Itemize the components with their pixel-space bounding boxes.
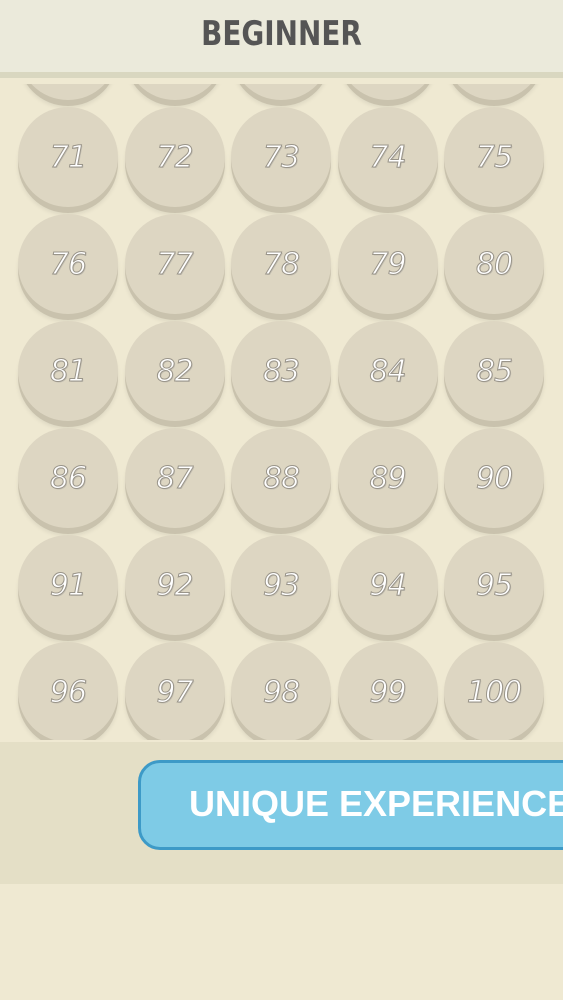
level-button[interactable]: 97 (124, 642, 225, 740)
bottom-area (0, 884, 563, 1000)
level-button[interactable]: 88 (231, 428, 331, 528)
page-title: BEGINNER (201, 14, 362, 54)
level-button[interactable]: 83 (231, 321, 331, 421)
level-button[interactable]: 91 (18, 535, 118, 635)
level-button[interactable]: 87 (124, 428, 225, 528)
level-number: 84 (369, 353, 407, 389)
level-number: 99 (369, 674, 407, 710)
level-number: 86 (49, 460, 87, 496)
unique-experience-button[interactable]: UNIQUE EXPERIENCE (138, 760, 563, 850)
level-button[interactable]: 82 (124, 321, 225, 421)
level-button[interactable]: 98 (231, 642, 331, 740)
level-button[interactable]: 71 (18, 107, 118, 207)
level-button[interactable]: 89 (337, 428, 438, 528)
level-number: 74 (369, 139, 407, 175)
level-button[interactable]: 90 (444, 428, 544, 528)
level-number: 91 (49, 567, 87, 603)
level-number: 93 (262, 567, 300, 603)
level-number: 78 (262, 246, 300, 282)
level-grid-viewport[interactable]: 66 67 68 69 70 71 72 73 74 75 76 77 78 79 80 81 82 83 84 85… (0, 84, 563, 740)
level-button[interactable]: 68 (231, 84, 331, 100)
level-button[interactable]: 76 (18, 214, 118, 314)
unique-experience-label: UNIQUE EXPERIENCE (189, 783, 563, 824)
level-button[interactable]: 66 (18, 84, 118, 100)
level-button[interactable]: 75 (444, 107, 544, 207)
level-button[interactable]: 78 (231, 214, 331, 314)
level-button[interactable]: 94 (337, 535, 438, 635)
level-button[interactable]: 92 (124, 535, 225, 635)
level-button[interactable]: 72 (124, 107, 225, 207)
level-number: 80 (475, 246, 513, 282)
level-button[interactable]: 69 (337, 84, 438, 100)
level-button[interactable]: 86 (18, 428, 118, 528)
level-button[interactable]: 100 (444, 642, 544, 740)
level-number: 97 (156, 674, 194, 710)
level-number: 87 (156, 460, 194, 496)
level-number: 82 (156, 353, 194, 389)
level-number: 72 (156, 139, 194, 175)
level-number: 89 (369, 460, 407, 496)
level-number: 79 (369, 246, 407, 282)
level-button[interactable]: 84 (337, 321, 438, 421)
level-button[interactable]: 74 (337, 107, 438, 207)
level-button[interactable]: 77 (124, 214, 225, 314)
level-button[interactable]: 93 (231, 535, 331, 635)
level-button[interactable]: 85 (444, 321, 544, 421)
level-number: 96 (49, 674, 87, 710)
level-number: 90 (475, 460, 513, 496)
level-number: 83 (262, 353, 300, 389)
level-number: 92 (156, 567, 194, 603)
level-number: 100 (466, 674, 522, 710)
level-number: 81 (49, 353, 87, 389)
level-button[interactable]: 70 (444, 84, 544, 100)
level-number: 76 (49, 246, 87, 282)
level-number: 77 (156, 246, 194, 282)
level-button[interactable]: 73 (231, 107, 331, 207)
level-button[interactable]: 81 (18, 321, 118, 421)
level-number: 73 (262, 139, 300, 175)
level-number: 71 (49, 139, 87, 175)
header-bar: BEGINNER (0, 0, 563, 78)
level-number: 98 (262, 674, 300, 710)
level-button[interactable]: 67 (124, 84, 225, 100)
level-number: 88 (262, 460, 300, 496)
level-grid: 66 67 68 69 70 71 72 73 74 75 76 77 78 79 80 81 82 83 84 85… (18, 84, 548, 740)
level-button[interactable]: 80 (444, 214, 544, 314)
level-number: 75 (475, 139, 513, 175)
level-button[interactable]: 96 (18, 642, 118, 740)
level-button[interactable]: 95 (444, 535, 544, 635)
level-number: 95 (475, 567, 513, 603)
level-button[interactable]: 99 (337, 642, 438, 740)
level-number: 94 (369, 567, 407, 603)
level-button[interactable]: 79 (337, 214, 438, 314)
level-number: 85 (475, 353, 513, 389)
